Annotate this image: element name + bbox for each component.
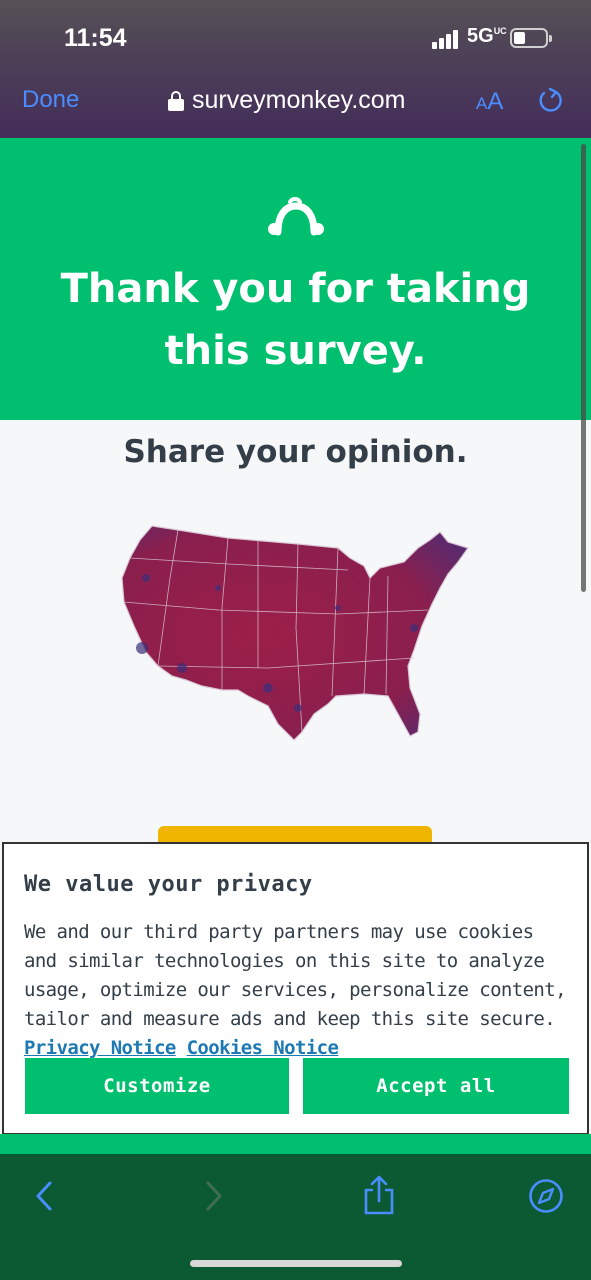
compass-icon[interactable] (528, 1178, 564, 1214)
privacy-body: We and our third party partners may use … (24, 921, 567, 1059)
url-text: surveymonkey.com (192, 86, 406, 114)
page-scrollbar[interactable] (581, 144, 586, 592)
privacy-notice-link[interactable]: Privacy Notice (24, 1037, 176, 1059)
lock-icon (168, 90, 184, 111)
back-icon[interactable] (32, 1180, 56, 1212)
privacy-dialog: We value your privacy We and our third p… (2, 842, 589, 1135)
address-bar[interactable]: surveymonkey.com (168, 86, 406, 115)
cookies-notice-link[interactable]: Cookies Notice (187, 1037, 339, 1059)
privacy-title: We value your privacy (24, 872, 313, 897)
surveymonkey-logo-icon (268, 197, 324, 236)
forward-icon[interactable] (202, 1180, 226, 1212)
thank-you-heading: Thank you for taking this survey. (60, 266, 531, 374)
share-icon[interactable] (362, 1174, 396, 1216)
text-size-button[interactable]: AA (476, 88, 503, 116)
accept-all-button[interactable]: Accept all (303, 1058, 569, 1114)
network-indicator: 5GUC (467, 25, 507, 47)
signal-icon (432, 29, 462, 49)
customize-button[interactable]: Customize (25, 1058, 289, 1114)
battery-icon (510, 28, 552, 48)
status-time: 11:54 (64, 24, 127, 52)
page-footer-strip (0, 1134, 591, 1154)
done-button[interactable]: Done (22, 86, 79, 114)
us-map-image (121, 525, 469, 741)
browser-header: 11:54 5GUC Done surveymonkey.com AA (0, 0, 591, 138)
thank-you-banner: Thank you for taking this survey. (0, 138, 591, 420)
reload-icon[interactable] (536, 87, 564, 115)
share-heading: Share your opinion. (123, 434, 468, 470)
home-indicator[interactable] (190, 1260, 402, 1267)
